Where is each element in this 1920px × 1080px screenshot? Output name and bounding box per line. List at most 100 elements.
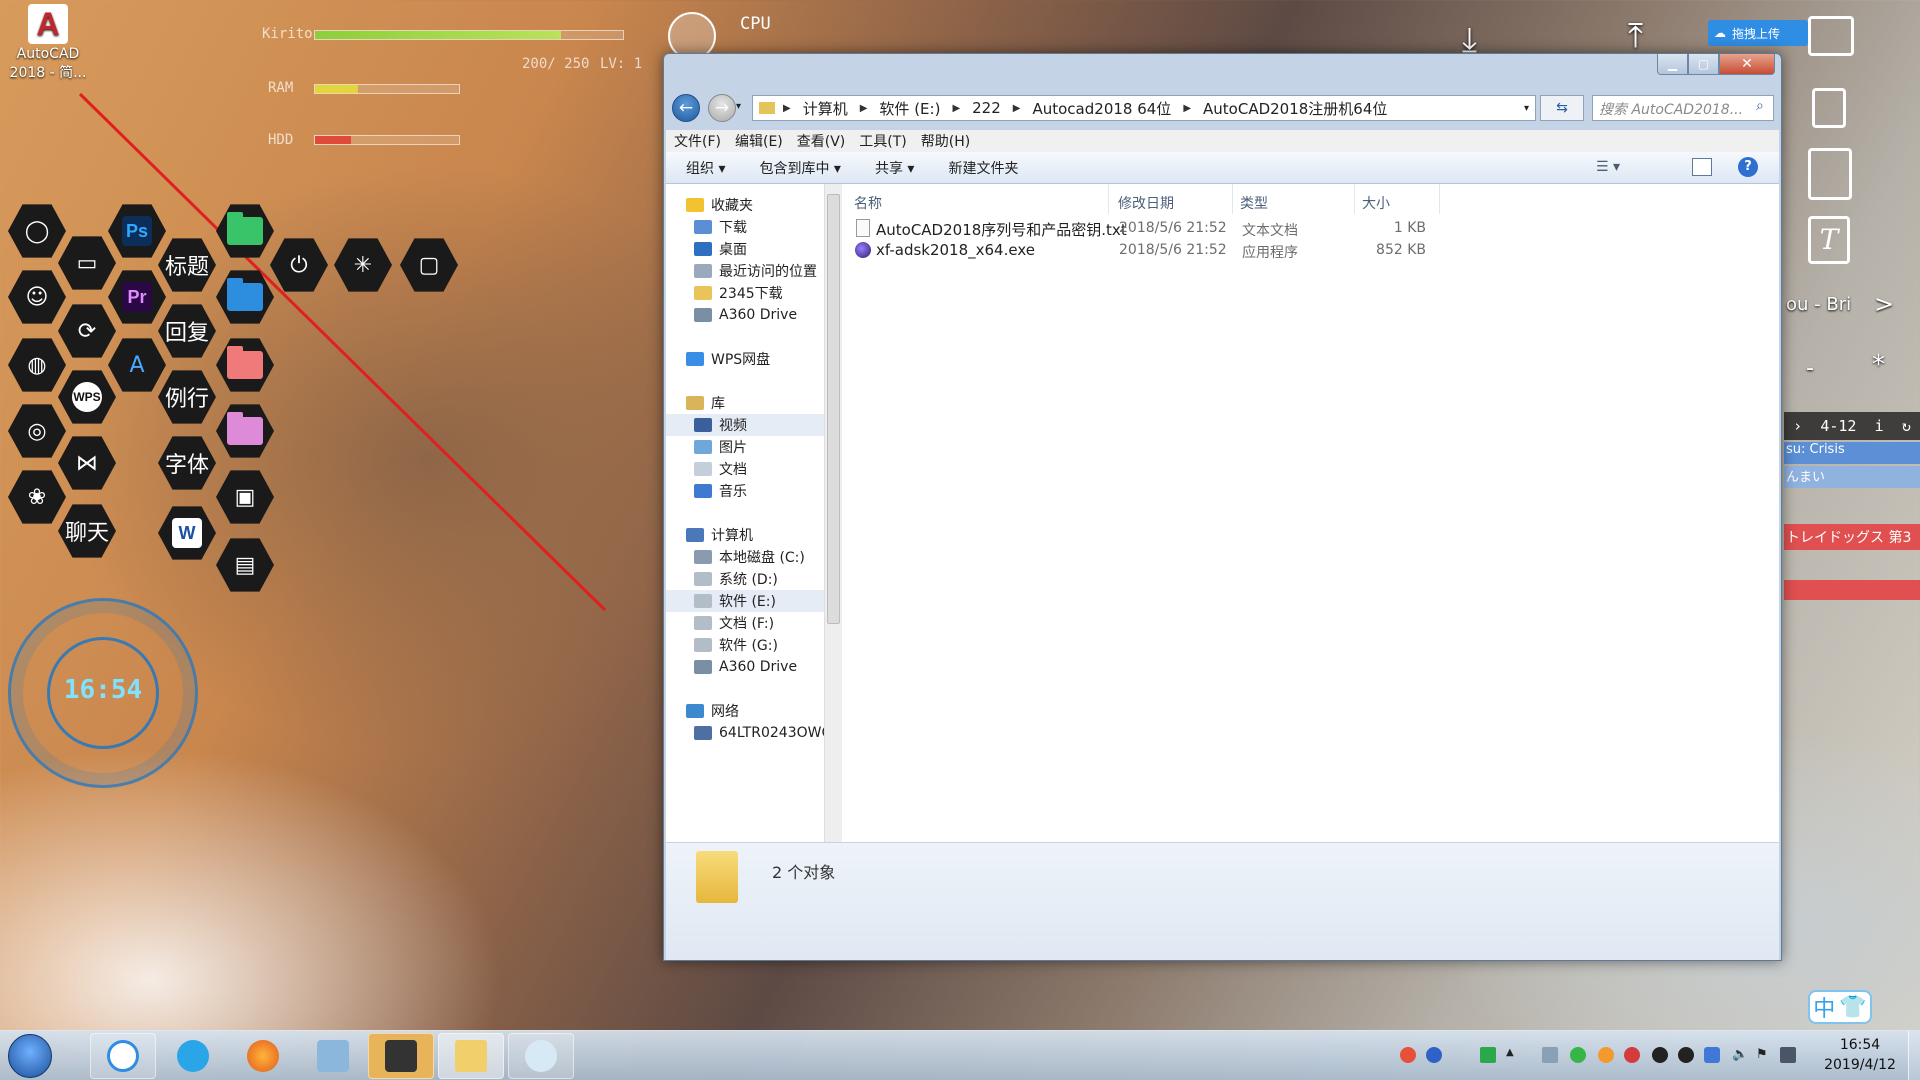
column-size[interactable]: 大小 [1362, 193, 1390, 213]
video-player-icon[interactable]: ▣ [216, 470, 274, 524]
menu-file[interactable]: 文件(F) [674, 131, 721, 151]
calculator-icon[interactable] [1808, 148, 1852, 200]
back-arrow-icon[interactable]: ← [672, 94, 700, 122]
forward-arrow-icon[interactable]: → [708, 94, 736, 122]
nav-item[interactable]: 文档 (F:) [666, 612, 824, 634]
qq-tray-icon-2[interactable] [1678, 1047, 1694, 1063]
nav-item[interactable]: 2345下载 [666, 282, 824, 304]
upload-widget[interactable]: ☁ 拖拽上传 [1708, 20, 1808, 46]
organize-button[interactable]: 组织 ▾ [686, 158, 725, 178]
column-divider[interactable] [1354, 184, 1355, 214]
file-row-exe[interactable]: xf-adsk2018_x64.exe 2018/5/6 21:52 应用程序 … [842, 239, 1779, 261]
maximize-button[interactable]: ▢ [1688, 54, 1719, 75]
column-divider[interactable] [1232, 184, 1233, 214]
trash-icon[interactable] [1812, 88, 1846, 128]
nav-item[interactable]: 桌面 [666, 238, 824, 260]
start-button[interactable] [8, 1034, 52, 1078]
premiere-launcher[interactable]: Pr [108, 270, 166, 324]
autocad-launcher-icon[interactable]: A [108, 338, 166, 392]
photoshop-launcher[interactable]: Ps [108, 204, 166, 258]
date-prev-icon[interactable]: › [1793, 417, 1802, 435]
address-bar[interactable]: ▶ 计算机 ▶ 软件 (E:) ▶ 222 ▶ Autocad2018 64位 … [752, 95, 1536, 121]
nav-item[interactable]: 下载 [666, 216, 824, 238]
share-button[interactable]: 共享 ▾ [875, 158, 914, 178]
wifi-icon[interactable] [1480, 1047, 1496, 1063]
column-divider[interactable] [1108, 184, 1109, 214]
taskbar-autocad-active[interactable] [368, 1033, 434, 1079]
taskbar-baidu-netdisk[interactable] [90, 1033, 156, 1079]
radio-icon[interactable] [1624, 1047, 1640, 1063]
refresh-icon[interactable]: ⇆ [1540, 95, 1584, 121]
menu-view[interactable]: 查看(V) [797, 131, 846, 151]
ime-widget[interactable]: 中 👕 [1808, 990, 1872, 1024]
nav-item[interactable]: 视频 [666, 414, 824, 436]
nav-item[interactable]: 系统 (D:) [666, 568, 824, 590]
recent-pages-chevron-icon[interactable]: ▾ [736, 101, 741, 112]
nav-item[interactable]: 文档 [666, 458, 824, 480]
network-tray-icon[interactable] [1780, 1047, 1796, 1063]
minimize-button[interactable]: ▁ [1657, 54, 1688, 75]
tray-expand-icon[interactable]: ▲ [1506, 1047, 1522, 1063]
preview-pane-icon[interactable] [1692, 158, 1712, 176]
autocad-desktop-icon[interactable]: A AutoCAD 2018 - 简... [6, 4, 90, 82]
search-input[interactable]: 搜索 AutoCAD2018... [1592, 95, 1774, 121]
globe-icon[interactable]: ◍ [8, 338, 66, 392]
launcher-label-reply[interactable]: 回复 [158, 304, 216, 358]
view-options-icon[interactable]: ☰ ▾ [1596, 159, 1620, 175]
menu-edit[interactable]: 编辑(E) [735, 131, 783, 151]
nav-item[interactable]: 64LTR0243OWC [666, 722, 824, 744]
nav-item[interactable]: A360 Drive [666, 304, 824, 326]
flag-icon[interactable]: ⚑ [1756, 1047, 1772, 1063]
qq-tray-icon[interactable] [1652, 1047, 1668, 1063]
launcher-label-routine[interactable]: 例行 [158, 370, 216, 424]
nav-item[interactable]: 图片 [666, 436, 824, 458]
settings-burst-icon[interactable]: ✳ [334, 238, 392, 292]
pink-folder-icon[interactable] [216, 404, 274, 458]
info-button[interactable]: i [1875, 417, 1884, 435]
show-desktop-button[interactable] [1908, 1031, 1920, 1080]
scroll-thumb[interactable] [827, 194, 840, 624]
nav-item[interactable]: 收藏夹 [666, 194, 824, 216]
paw-icon[interactable]: ❀ [8, 470, 66, 524]
nav-item[interactable]: 音乐 [666, 480, 824, 502]
refresh-icon[interactable]: ↻ [1902, 417, 1911, 435]
file-row-txt[interactable]: AutoCAD2018序列号和产品密钥.txt 2018/5/6 21:52 文… [842, 217, 1779, 239]
new-folder-button[interactable]: 新建文件夹 [948, 158, 1018, 178]
monitor-icon[interactable] [1808, 16, 1854, 56]
music-next-button[interactable]: > [1874, 290, 1894, 318]
navigation-scrollbar[interactable] [824, 184, 842, 842]
terminal-icon[interactable]: ▢ [400, 238, 458, 292]
chat-bubble-icon[interactable]: ◯ [8, 204, 66, 258]
text-editor-icon[interactable]: T [1808, 216, 1850, 264]
help-icon[interactable]: ? [1738, 157, 1758, 177]
menu-tools[interactable]: 工具(T) [859, 131, 906, 151]
nav-item[interactable]: 软件 (G:) [666, 634, 824, 656]
shield-icon[interactable] [1704, 1047, 1720, 1063]
help-tray-icon[interactable] [1426, 1047, 1442, 1063]
song-item-2[interactable]: んまい [1784, 466, 1920, 488]
breadcrumb-autocad-folder[interactable]: Autocad2018 64位 [1032, 98, 1171, 119]
replay-icon[interactable]: ⟳ [58, 304, 116, 358]
taskbar-paint[interactable] [508, 1033, 574, 1079]
blue-folder-icon[interactable] [216, 270, 274, 324]
include-in-library-button[interactable]: 包含到库中 ▾ [759, 158, 840, 178]
qq-icon[interactable]: ☺ [8, 270, 66, 324]
bow-icon[interactable]: ⋈ [58, 436, 116, 490]
search-icon[interactable]: ⌕ [1756, 98, 1764, 114]
music-star-button[interactable]: * [1872, 350, 1885, 380]
word-launcher-icon[interactable]: W [158, 506, 216, 560]
breadcrumb-222[interactable]: 222 [972, 99, 1001, 117]
launcher-label-font[interactable]: 字体 [158, 436, 216, 490]
volume-icon[interactable]: 🔈 [1732, 1047, 1748, 1063]
nav-item[interactable]: 计算机 [666, 524, 824, 546]
close-button[interactable]: ✕ [1719, 54, 1775, 75]
nav-item[interactable]: 网络 [666, 700, 824, 722]
nav-item[interactable]: A360 Drive [666, 656, 824, 678]
taskbar-clock[interactable]: 16:54 2019/4/12 [1820, 1035, 1900, 1075]
address-dropdown-icon[interactable]: ▾ [1524, 103, 1529, 114]
song-item-1[interactable]: su: Crisis [1784, 442, 1920, 464]
taskbar-chat-app[interactable] [160, 1033, 226, 1079]
wps-launcher[interactable]: WPS [58, 370, 116, 424]
menu-help[interactable]: 帮助(H) [921, 131, 970, 151]
grid-icon[interactable] [1542, 1047, 1558, 1063]
